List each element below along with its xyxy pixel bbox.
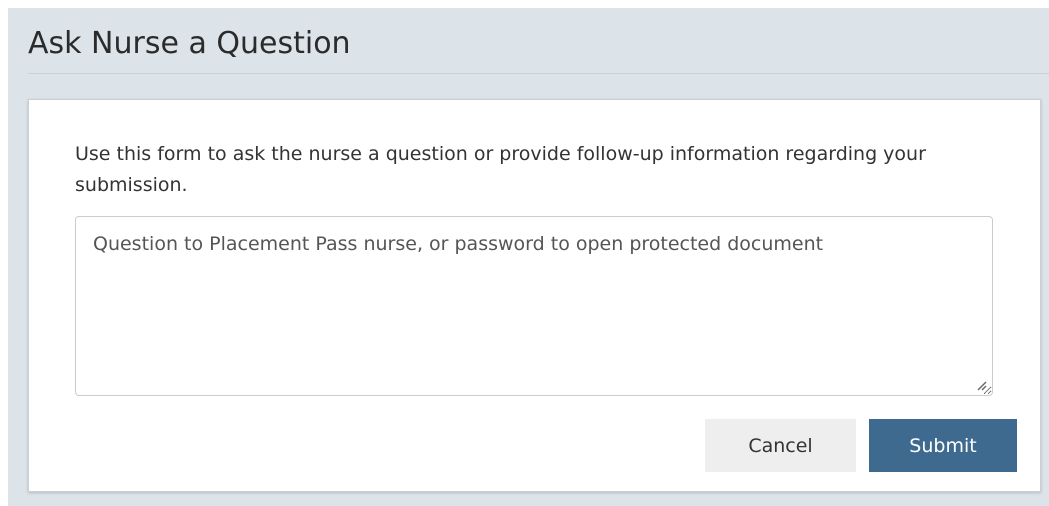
form-instructions: Use this form to ask the nurse a questio… — [75, 143, 926, 196]
cancel-button[interactable]: Cancel — [705, 419, 856, 472]
page-title: Ask Nurse a Question — [28, 26, 351, 61]
question-textarea[interactable] — [75, 216, 993, 396]
submit-button[interactable]: Submit — [869, 419, 1017, 472]
ask-nurse-panel: Ask Nurse a Question Use this form to as… — [8, 8, 1049, 506]
title-divider — [28, 73, 1049, 74]
question-form-card: Use this form to ask the nurse a questio… — [28, 99, 1041, 492]
